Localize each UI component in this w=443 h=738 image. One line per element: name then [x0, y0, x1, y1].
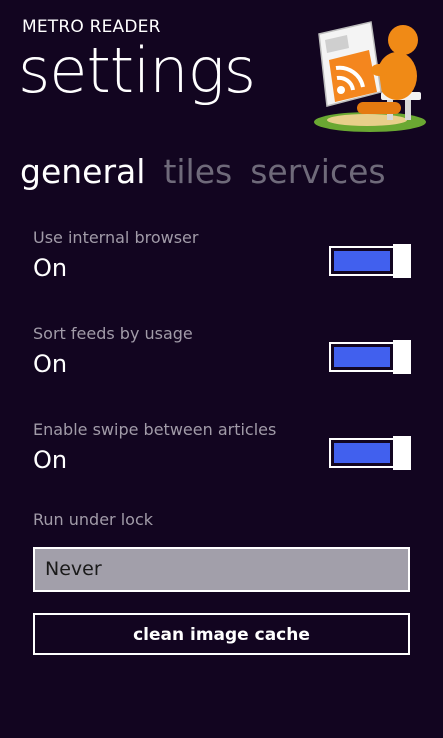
clean-image-cache-button[interactable]: clean image cache [33, 613, 410, 655]
setting-internal-browser: Use internal browser On [33, 228, 413, 298]
toggle-thumb[interactable] [393, 436, 411, 470]
toggle-thumb[interactable] [393, 244, 411, 278]
sort-feeds-toggle[interactable] [329, 340, 411, 374]
run-under-lock-label: Run under lock [33, 510, 154, 529]
swipe-articles-toggle[interactable] [329, 436, 411, 470]
toggle-fill [334, 347, 390, 367]
tab-general[interactable]: general [20, 152, 145, 191]
page-title: settings [18, 34, 256, 107]
setting-value: On [33, 446, 68, 474]
toggle-fill [334, 251, 390, 271]
tab-services[interactable]: services [250, 152, 385, 191]
toggle-track [329, 438, 395, 468]
toggle-track [329, 246, 395, 276]
toggle-fill [334, 443, 390, 463]
setting-swipe-articles: Enable swipe between articles On [33, 420, 413, 490]
setting-value: On [33, 254, 68, 282]
setting-label: Enable swipe between articles [33, 420, 277, 439]
internal-browser-toggle[interactable] [329, 244, 411, 278]
run-under-lock-picker[interactable]: Never [33, 547, 410, 592]
toggle-track [329, 342, 395, 372]
setting-label: Use internal browser [33, 228, 199, 247]
toggle-thumb[interactable] [393, 340, 411, 374]
tab-tiles[interactable]: tiles [163, 152, 232, 191]
rss-reader-mascot-icon [314, 21, 426, 132]
pivot-header: general tiles services [20, 155, 404, 188]
setting-sort-feeds: Sort feeds by usage On [33, 324, 413, 394]
setting-value: On [33, 350, 68, 378]
setting-label: Sort feeds by usage [33, 324, 193, 343]
